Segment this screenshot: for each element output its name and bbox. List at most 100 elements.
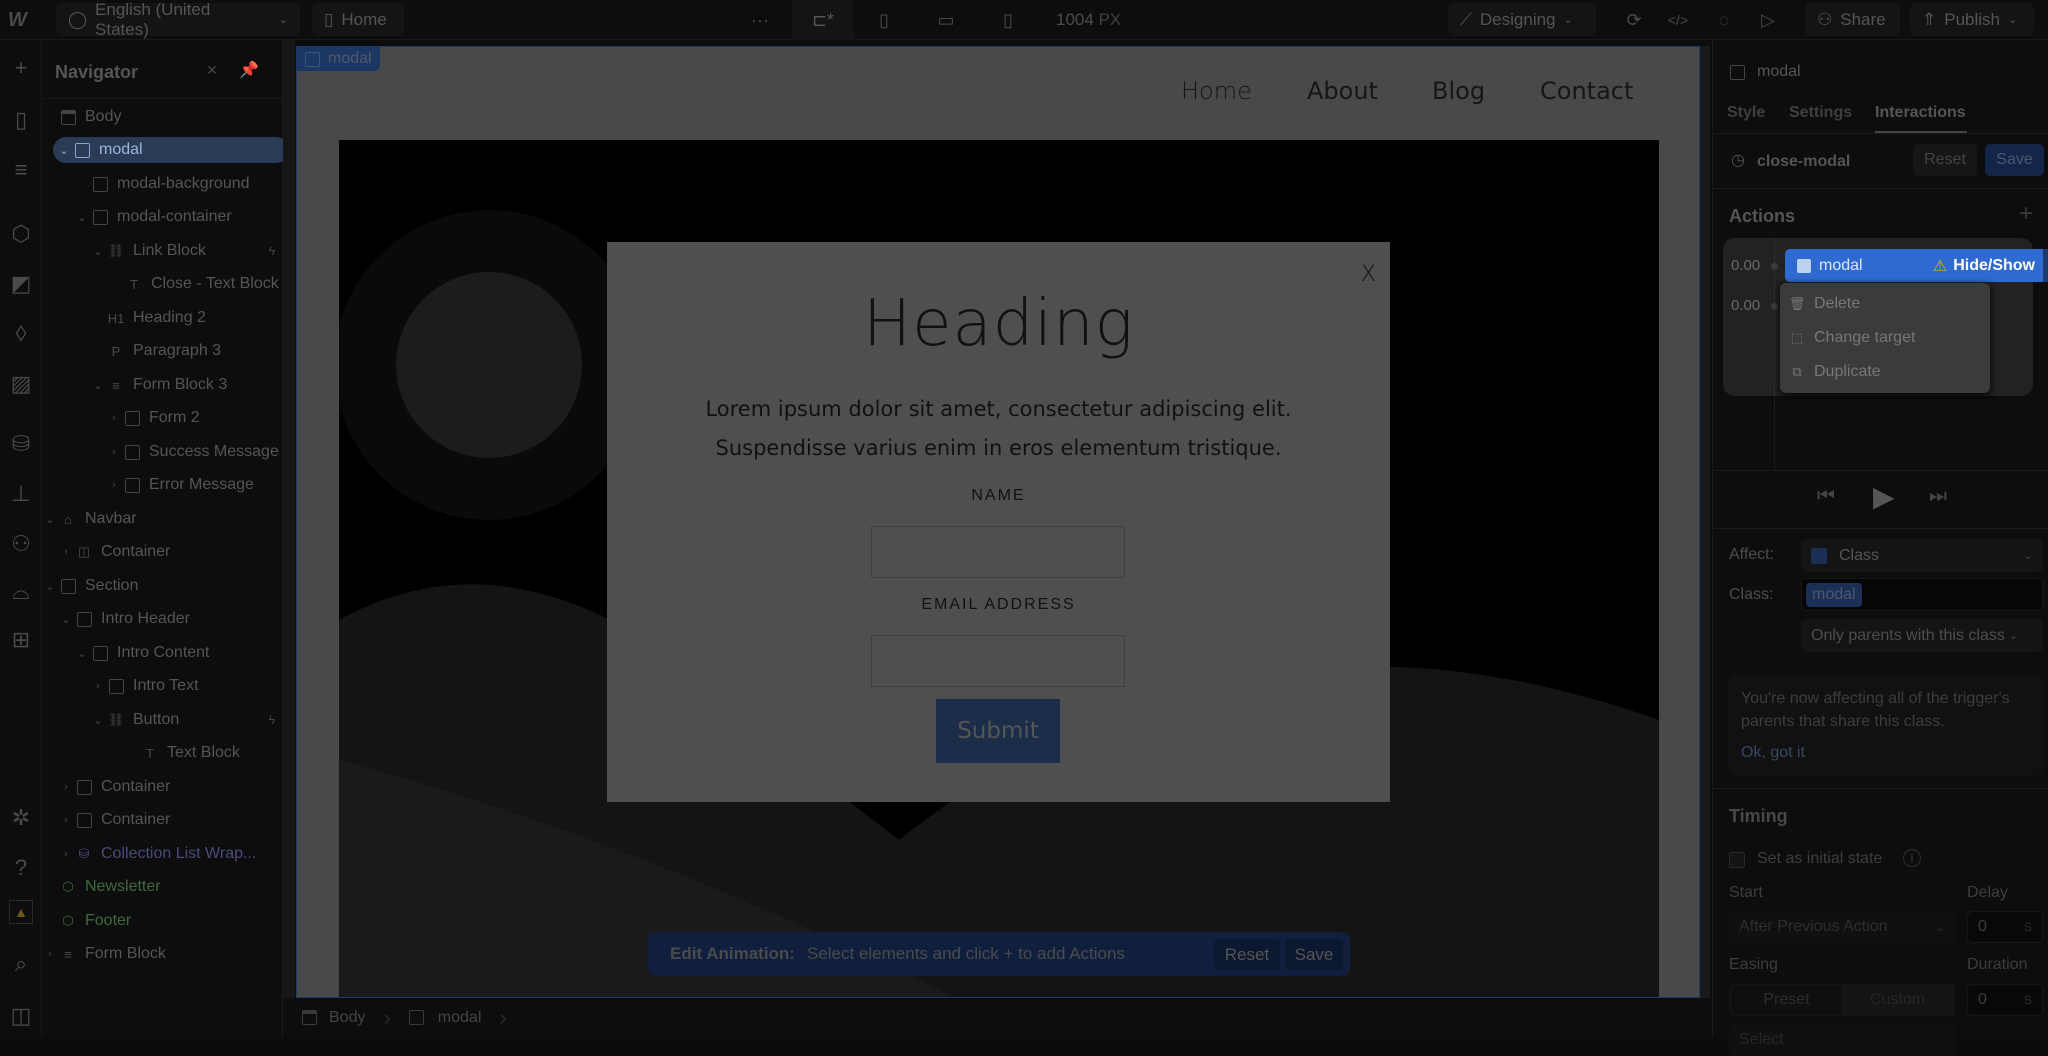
affect-select[interactable]: Class ⌄ — [1801, 539, 2043, 572]
mode-selector[interactable]: ⟋ Designing ⌄ — [1448, 3, 1596, 36]
nav-item-form-2[interactable]: › Form 2 — [43, 403, 283, 433]
share-button[interactable]: ⚇ Share — [1805, 3, 1900, 36]
site-nav-blog[interactable]: Blog — [1432, 77, 1485, 105]
tablet-icon[interactable]: ▯ — [872, 8, 896, 32]
mobile-landscape-icon[interactable]: ▭ — [934, 8, 958, 32]
interaction-save-button[interactable]: Save — [1985, 144, 2044, 176]
modal-close-button[interactable]: X — [1361, 262, 1376, 287]
nav-item-intro-header[interactable]: ⌄ Intro Header — [43, 604, 283, 634]
play-icon[interactable]: ▶ — [1873, 480, 1895, 513]
nav-item-modal[interactable]: ⌄ modal — [43, 135, 289, 165]
webflow-logo[interactable]: W — [8, 9, 27, 32]
variables-icon[interactable]: ◊ — [7, 320, 35, 348]
add-action-icon[interactable]: + — [2019, 200, 2033, 228]
site-nav-about[interactable]: About — [1307, 77, 1378, 105]
nav-item-close-text-block[interactable]: T Close - Text Block — [43, 269, 283, 299]
menu-item-delete[interactable]: 🗑 Delete — [1780, 287, 1986, 321]
page-selector[interactable]: ▯ Home — [312, 3, 404, 36]
apps-icon[interactable]: ⊞ — [7, 626, 35, 654]
tab-interactions[interactable]: Interactions — [1875, 104, 1966, 122]
nav-item-intro-content[interactable]: ⌄ Intro Content — [43, 638, 283, 668]
name-input[interactable] — [871, 526, 1125, 578]
class-input[interactable]: modal — [1801, 578, 2043, 611]
site-nav-contact[interactable]: Contact — [1540, 77, 1633, 105]
nav-item-newsletter[interactable]: ⬡ Newsletter — [43, 872, 283, 902]
site-nav-home[interactable]: Home — [1181, 77, 1252, 105]
code-icon[interactable]: </> — [1666, 8, 1690, 32]
nav-item-heading[interactable]: H1 Heading 2 — [43, 303, 283, 333]
delay-input[interactable]: 0 S — [1967, 911, 2043, 943]
nav-item-container[interactable]: › Container — [43, 772, 283, 802]
skip-forward-icon[interactable]: ⏭ — [1929, 485, 1947, 508]
pages-icon[interactable]: ▯ — [7, 106, 35, 134]
submit-button[interactable]: Submit — [936, 699, 1060, 763]
pin-icon[interactable]: 📌 — [239, 60, 259, 80]
nav-item-success-message[interactable]: › Success Message — [43, 437, 283, 467]
nav-item-form-block[interactable]: › ≡ Form Block — [43, 939, 283, 969]
mobile-portrait-icon[interactable]: ▯ — [996, 8, 1020, 32]
collapse-all-icon[interactable]: ✕ — [206, 62, 218, 79]
tab-style[interactable]: Style — [1727, 104, 1765, 122]
sync-icon[interactable]: ⟳ — [1622, 8, 1646, 32]
breakpoint-desktop-button[interactable]: ⊏* — [792, 0, 854, 40]
navigator-scrollbar[interactable] — [283, 40, 295, 998]
easing-select[interactable]: Select — [1729, 1024, 1955, 1056]
scope-select[interactable]: Only parents with this class ⌄ — [1801, 619, 2043, 652]
preview-play-icon[interactable]: ▷ — [1756, 8, 1780, 32]
action-row-hide-show[interactable]: modal ⚠ Hide/Show — [1785, 249, 2043, 282]
skip-back-icon[interactable]: ⏮ — [1817, 485, 1835, 508]
nav-item-navbar[interactable]: ⌄ ⌂ Navbar — [43, 504, 283, 534]
nav-item-modal-background[interactable]: modal-background — [43, 169, 283, 199]
nav-item-container[interactable]: › ◫ Container — [43, 537, 283, 567]
users-icon[interactable]: ⚇ — [7, 530, 35, 558]
breadcrumb-item-modal[interactable]: modal — [438, 1009, 482, 1027]
nav-item-body[interactable]: Body — [43, 102, 283, 132]
nav-item-container[interactable]: › Container — [43, 805, 283, 835]
tab-settings[interactable]: Settings — [1789, 104, 1852, 122]
selected-element-tag[interactable]: modal — [297, 47, 380, 71]
easing-custom-option[interactable]: Custom — [1842, 986, 1953, 1014]
style-selectors-icon[interactable]: ◩ — [7, 270, 35, 298]
locale-selector[interactable]: ◯ English (United States) ⌄ — [56, 0, 300, 39]
more-icon[interactable]: ··· — [748, 8, 772, 32]
animation-save-button[interactable]: Save — [1285, 939, 1343, 970]
animation-reset-button[interactable]: Reset — [1214, 939, 1280, 970]
nav-item-form-block-3[interactable]: ⌄ ≡ Form Block 3 — [43, 370, 283, 400]
initial-state-checkbox[interactable] — [1729, 852, 1745, 868]
email-input[interactable] — [871, 635, 1125, 687]
navigator-icon[interactable]: ≡ — [7, 156, 35, 184]
menu-item-change-target[interactable]: ⬚ Change target — [1780, 321, 1986, 355]
publish-button[interactable]: ⇑ Publish ⌄ — [1910, 3, 2034, 36]
video-icon[interactable]: ◫ — [7, 1002, 35, 1030]
nav-item-error-message[interactable]: › Error Message — [43, 470, 283, 500]
nav-item-footer[interactable]: ⬡ Footer — [43, 906, 283, 936]
duration-input[interactable]: 0 S — [1967, 984, 2043, 1016]
comment-icon[interactable]: ◌ — [1712, 8, 1736, 32]
search-icon[interactable]: ⌕ — [7, 950, 35, 978]
warning-icon[interactable]: ▲ — [9, 900, 33, 924]
easing-preset-option[interactable]: Preset — [1731, 986, 1842, 1014]
nav-item-modal-container[interactable]: ⌄ modal-container — [43, 202, 283, 232]
settings-icon[interactable]: ✲ — [7, 804, 35, 832]
help-icon[interactable]: ? — [7, 854, 35, 882]
menu-item-duplicate[interactable]: ⧉ Duplicate — [1780, 355, 1986, 389]
nav-item-paragraph[interactable]: P Paragraph 3 — [43, 336, 283, 366]
info-icon[interactable]: i — [1903, 849, 1921, 867]
nav-item-section[interactable]: ⌄ Section — [43, 571, 283, 601]
nav-item-intro-text[interactable]: › Intro Text — [43, 671, 283, 701]
canvas-scrollbar[interactable] — [1700, 46, 1710, 998]
interaction-reset-button[interactable]: Reset — [1913, 144, 1977, 176]
assets-icon[interactable]: ▨ — [7, 370, 35, 398]
breadcrumb-item-body[interactable]: Body — [329, 1009, 365, 1027]
design-canvas[interactable]: modal Home About Blog Contact X Heading … — [296, 46, 1700, 998]
logic-icon[interactable]: ⊥ — [7, 480, 35, 508]
class-tag[interactable]: modal — [1806, 582, 1862, 607]
add-icon[interactable]: + — [7, 54, 35, 82]
components-icon[interactable]: ⬡ — [7, 220, 35, 248]
nav-item-link-block[interactable]: ⌄ ⛓ Link Block ϟ — [43, 236, 283, 266]
notice-ok-link[interactable]: Ok, got it — [1741, 744, 1805, 762]
nav-item-collection-list[interactable]: › ⛁ Collection List Wrap... — [43, 839, 283, 869]
ecommerce-icon[interactable]: ⌓ — [7, 578, 35, 606]
nav-item-text-block[interactable]: T Text Block — [43, 738, 283, 768]
nav-item-button[interactable]: ⌄ ⛓ Button ϟ — [43, 705, 283, 735]
